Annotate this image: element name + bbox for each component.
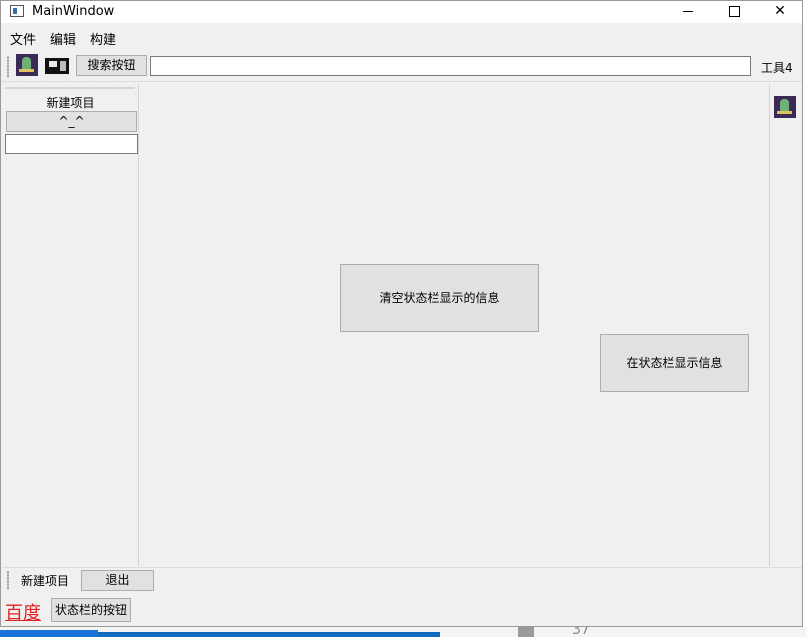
film-icon[interactable]	[45, 58, 69, 74]
exit-button[interactable]: 退出	[81, 570, 154, 591]
taskbar-item	[0, 630, 98, 637]
left-dock-panel: 新建项目 ^_^	[2, 84, 139, 566]
main-window: MainWindow ✕ 文件 编辑 构建 搜索按钮 工具4 新建项目 ^_^ …	[0, 0, 803, 627]
background-scrollbar	[518, 627, 534, 637]
maximize-button[interactable]	[711, 1, 757, 23]
window-title: MainWindow	[32, 4, 115, 19]
close-button[interactable]: ✕	[757, 1, 803, 23]
menu-file[interactable]: 文件	[10, 29, 36, 48]
title-bar[interactable]: MainWindow ✕	[1, 1, 802, 23]
monster-icon[interactable]	[16, 54, 38, 76]
close-icon: ✕	[774, 3, 786, 19]
menu-bar: 文件 编辑 构建	[1, 26, 802, 48]
central-widget: 清空状态栏显示的信息 在状态栏显示信息	[140, 84, 768, 566]
bottom-toolbar: 新建项目 退出	[2, 567, 802, 593]
toolbar-grip[interactable]	[7, 56, 9, 78]
dock-title: 新建项目	[46, 96, 95, 110]
menu-edit[interactable]: 编辑	[50, 29, 76, 48]
right-dock-panel	[769, 84, 802, 566]
menu-build[interactable]: 构建	[90, 29, 116, 48]
minimize-icon	[683, 10, 693, 12]
show-status-button[interactable]: 在状态栏显示信息	[600, 334, 749, 392]
tool4-label[interactable]: 工具4	[761, 59, 793, 76]
status-bar: 百度 状态栏的按钮	[2, 595, 802, 626]
baidu-link[interactable]: 百度	[5, 599, 41, 625]
minimize-button[interactable]	[665, 1, 711, 23]
clear-status-button[interactable]: 清空状态栏显示的信息	[340, 264, 539, 332]
search-input[interactable]	[150, 56, 751, 76]
bottom-toolbar-grip[interactable]	[7, 571, 9, 590]
dock-grip[interactable]	[5, 87, 135, 89]
search-button[interactable]: 搜索按钮	[76, 55, 147, 76]
main-toolbar: 搜索按钮 工具4	[1, 52, 802, 82]
monster-icon[interactable]	[774, 96, 796, 118]
maximize-icon	[728, 5, 740, 17]
dock-input[interactable]	[5, 134, 138, 154]
statusbar-button[interactable]: 状态栏的按钮	[51, 598, 131, 622]
app-window-icon	[10, 5, 24, 17]
new-project-action[interactable]: 新建项目	[21, 572, 69, 589]
smile-button[interactable]: ^_^	[6, 111, 137, 132]
